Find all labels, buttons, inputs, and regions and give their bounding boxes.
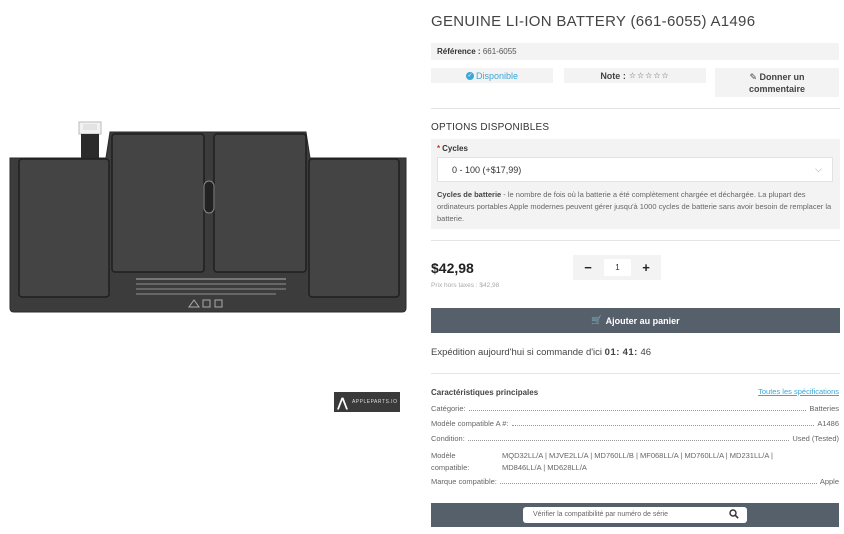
review-label-line2: commentaire xyxy=(748,83,806,94)
cycles-option-panel: * Cycles 0 - 100 (+$17,99) ⌵ Cycles de ba… xyxy=(431,139,840,229)
spec-label: Modèle compatible A #: xyxy=(431,419,509,428)
stock-badge: ✓ Disponible xyxy=(431,68,553,83)
add-to-cart-button[interactable]: 🛒 Ajouter au panier xyxy=(431,308,840,333)
divider xyxy=(431,373,840,374)
all-specs-link[interactable]: Toutes les spécifications xyxy=(758,387,839,396)
search-icon[interactable] xyxy=(729,509,739,519)
spec-value: Batteries xyxy=(809,404,839,413)
quantity-decrease-button[interactable]: − xyxy=(575,255,601,280)
product-image-area: ⋀ APPLEPARTS.IO xyxy=(0,0,420,534)
quantity-stepper: − 1 + xyxy=(573,255,661,280)
chevron-down-icon: ⌵ xyxy=(815,164,822,174)
star-rating-icons[interactable]: ☆☆☆☆☆ xyxy=(629,71,670,80)
shipping-text: Expédition aujourd'hui si commande d'ici xyxy=(431,347,603,358)
spec-label: Condition: xyxy=(431,434,465,443)
pencil-icon: ✎ xyxy=(749,71,758,82)
reference-row: Référence : 661-6055 xyxy=(431,43,839,60)
spec-label: Catégorie: xyxy=(431,404,466,413)
divider xyxy=(431,108,840,109)
cycles-help-text: Cycles de batterie - le nombre de fois o… xyxy=(437,189,837,225)
stock-label: Disponible xyxy=(475,70,519,81)
logo-wordmark: APPLEPARTS.IO xyxy=(351,399,398,405)
reference-value: 661-6055 xyxy=(482,47,517,56)
serial-search-placeholder: Vérifier la compatibilité par numéro de … xyxy=(533,511,669,518)
shipping-countdown: Expédition aujourd'hui si commande d'ici… xyxy=(431,347,652,358)
countdown-seconds: 46 xyxy=(640,347,652,358)
cycles-selected-value: 0 - 100 (+$17,99) xyxy=(452,165,522,175)
price: $42,98 xyxy=(431,260,474,276)
reference-label: Référence : xyxy=(437,47,481,56)
required-mark: * xyxy=(437,144,441,153)
spec-row-brand: Marque compatible: Apple xyxy=(431,477,839,486)
product-title: GENUINE LI-ION BATTERY (661-6055) A1496 xyxy=(431,13,756,30)
price-excl-tax: Prix hors taxes : $42,98 xyxy=(431,282,500,289)
serial-check-bar: Vérifier la compatibilité par numéro de … xyxy=(431,503,839,527)
applepartsio-logo: ⋀ APPLEPARTS.IO xyxy=(334,392,400,412)
rating-label: Note : xyxy=(600,70,626,81)
cycles-select[interactable]: 0 - 100 (+$17,99) ⌵ xyxy=(437,157,833,182)
spec-label: Marque compatible: xyxy=(431,477,497,486)
spec-value: A1486 xyxy=(817,419,839,428)
add-to-cart-label: Ajouter au panier xyxy=(605,315,680,326)
rating-badge: Note : ☆☆☆☆☆ xyxy=(564,68,706,83)
spec-label: Modèle xyxy=(431,451,456,460)
check-circle-icon: ✓ xyxy=(465,71,474,80)
countdown-hours: 01 xyxy=(604,347,617,358)
options-title: OPTIONS DISPONIBLES xyxy=(431,122,550,133)
quantity-input[interactable]: 1 xyxy=(604,259,631,276)
cart-icon: 🛒 xyxy=(591,315,603,325)
cycles-label-text: Cycles xyxy=(442,144,468,153)
spec-value: MD846LL/A | MD628LL/A xyxy=(502,463,587,472)
review-label-line1: Donner un xyxy=(759,71,805,82)
spec-label: compatible: xyxy=(431,463,470,472)
serial-search-input[interactable]: Vérifier la compatibilité par numéro de … xyxy=(523,507,747,523)
specs-title: Caractéristiques principales xyxy=(431,388,539,397)
spec-value: Used (Tested) xyxy=(792,434,839,443)
quantity-increase-button[interactable]: + xyxy=(633,255,659,280)
spec-value: MQD32LL/A | MJVE2LL/A | MD760LL/B | MF06… xyxy=(502,451,773,460)
divider xyxy=(431,240,840,241)
battery-product-image[interactable] xyxy=(6,118,410,318)
spec-row-category: Catégorie: Batteries xyxy=(431,404,839,413)
logo-a-icon: ⋀ xyxy=(337,394,348,410)
spec-row-model: Modèle compatible A #: A1486 xyxy=(431,419,839,428)
cycles-help-bold: Cycles de batterie xyxy=(437,190,502,199)
write-review-button[interactable]: ✎ Donner un commentaire xyxy=(715,68,839,97)
spec-row-condition: Condition: Used (Tested) xyxy=(431,434,839,443)
countdown-minutes: 41 xyxy=(622,347,635,358)
cycles-label: * Cycles xyxy=(437,144,468,153)
spec-value: Apple xyxy=(819,477,839,486)
